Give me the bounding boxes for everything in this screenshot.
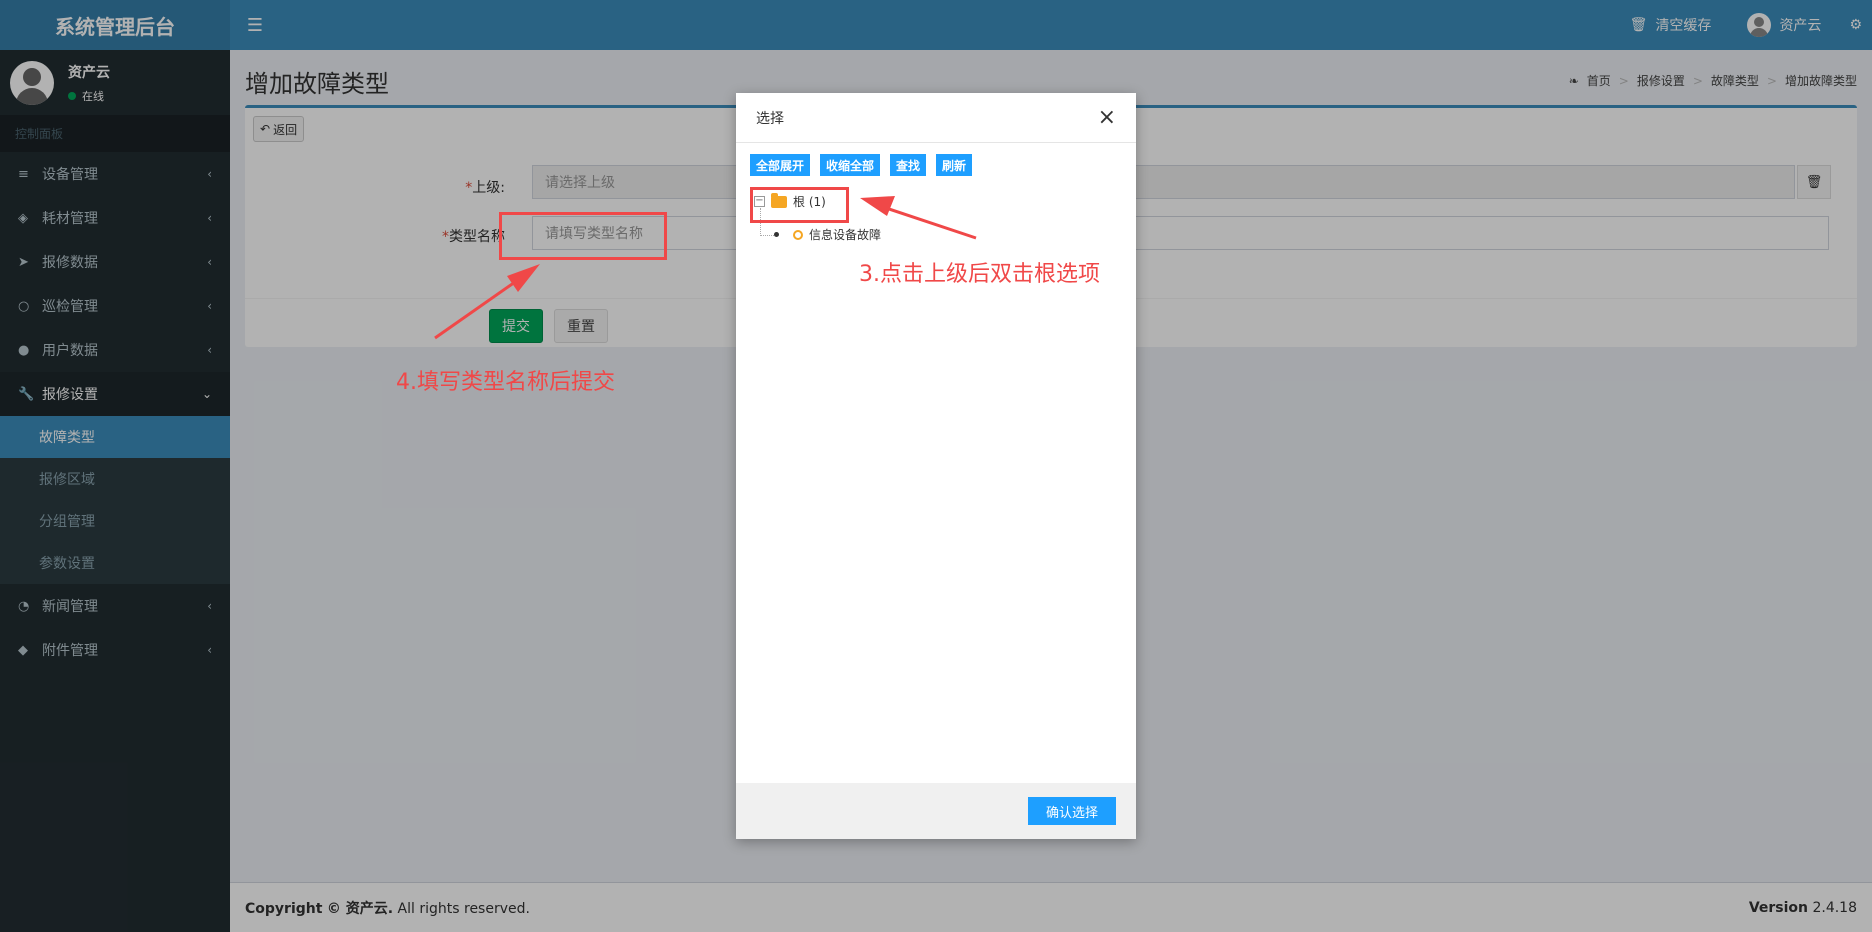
annotation-arrow-3-head [860,196,895,216]
annotation-arrow-4-shaft [434,273,526,340]
annotation-step-3: 3.点击上级后双击根选项 [859,262,1100,287]
annotation-step-4: 4.填写类型名称后提交 [396,370,615,395]
annotation-arrow-4-head [507,264,540,292]
annotation-arrows [434,196,977,340]
annotation-arrow-3-shaft [879,204,977,240]
